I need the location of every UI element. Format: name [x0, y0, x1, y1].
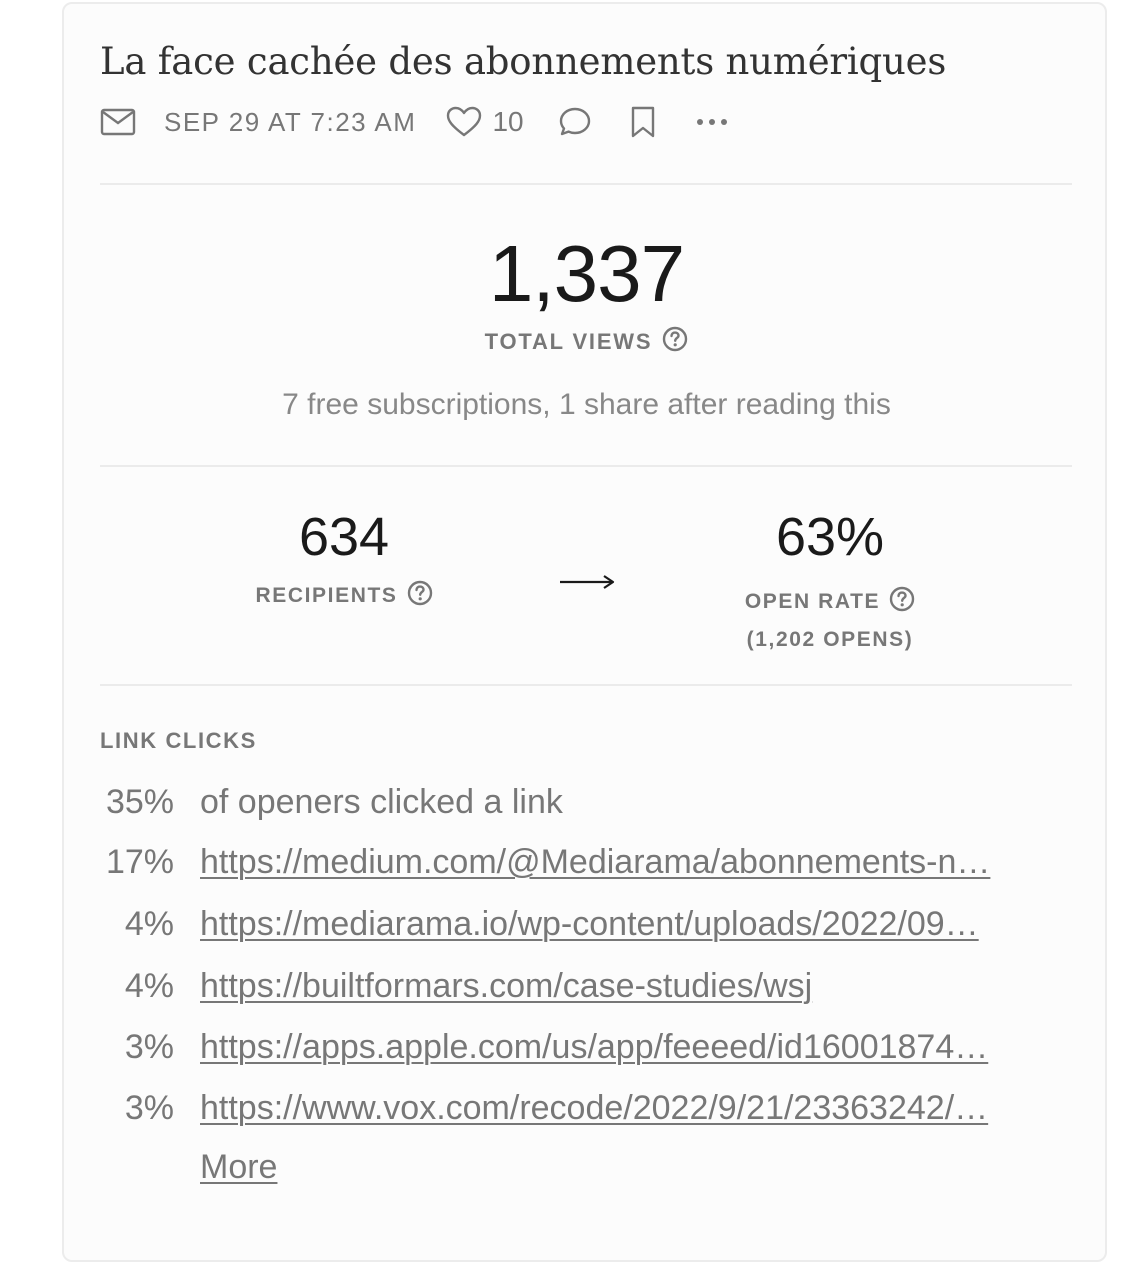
total-views-label-text: TOTAL VIEWS [484, 329, 653, 354]
ellipsis-icon[interactable] [696, 117, 728, 127]
open-rate-label: OPEN RATE [690, 586, 970, 618]
bookmark-icon[interactable] [630, 106, 656, 138]
list-item: 4% https://builtformars.com/case-studies… [100, 964, 1062, 1008]
recipients-label: RECIPIENTS [204, 580, 484, 612]
link-click-pct: 4% [124, 904, 174, 943]
speech-bubble-icon[interactable] [558, 106, 592, 138]
list-item: 3% https://apps.apple.com/us/app/feeeed/… [100, 1025, 1062, 1069]
recipients-stat: 634 RECIPIENTS [204, 506, 484, 612]
link-clicks-summary-text: of openers clicked a link [200, 782, 563, 821]
list-item: 3% https://www.vox.com/recode/2022/9/21/… [100, 1086, 1062, 1130]
list-item: 17% https://medium.com/@Mediarama/abonne… [100, 840, 1062, 884]
link-url[interactable]: https://mediarama.io/wp-content/uploads/… [200, 905, 1062, 944]
total-views-value: 1,337 [488, 229, 685, 318]
divider [100, 684, 1072, 686]
more-links-button[interactable]: More [200, 1148, 277, 1187]
divider [100, 465, 1072, 467]
link-click-pct: 17% [105, 842, 174, 881]
link-url[interactable]: https://apps.apple.com/us/app/feeeed/id1… [200, 1028, 1062, 1067]
link-click-pct: 4% [124, 966, 174, 1005]
open-rate-label-text: OPEN RATE [744, 590, 881, 613]
list-item: 4% https://mediarama.io/wp-content/uploa… [100, 902, 1062, 946]
post-date: SEP 29 AT 7:23 AM [164, 106, 417, 137]
right-arrow-icon [560, 575, 615, 589]
post-meta-row: SEP 29 AT 7:23 AM 10 [100, 100, 728, 144]
divider [100, 183, 1072, 185]
link-url[interactable]: https://medium.com/@Mediarama/abonnement… [200, 843, 1062, 882]
post-stats-card: La face cachée des abonnements numérique… [62, 2, 1107, 1262]
question-circle-icon[interactable] [662, 326, 688, 358]
recipients-value: 634 [298, 507, 390, 567]
opens-count: (1,202 OPENS) [746, 628, 914, 651]
question-circle-icon[interactable] [407, 580, 433, 612]
link-url[interactable]: https://www.vox.com/recode/2022/9/21/233… [200, 1089, 1062, 1128]
link-click-pct: 3% [124, 1027, 174, 1066]
recipients-label-text: RECIPIENTS [255, 584, 398, 607]
envelope-icon [100, 108, 136, 136]
link-clicks-header: LINK CLICKS [100, 728, 257, 753]
post-title[interactable]: La face cachée des abonnements numérique… [100, 40, 946, 83]
like-count[interactable]: 10 [492, 106, 523, 138]
heart-icon[interactable] [446, 106, 482, 138]
link-click-pct: 3% [124, 1088, 174, 1127]
open-rate-stat: 63% OPEN RATE (1,202 OPENS) [690, 506, 970, 652]
views-summary: 7 free subscriptions, 1 share after read… [282, 388, 891, 421]
total-views-label: TOTAL VIEWS [64, 326, 1109, 358]
link-clicks-summary: 35% of openers clicked a link [100, 780, 1062, 824]
link-clicks-summary-pct: 35% [105, 782, 174, 821]
link-url[interactable]: https://builtformars.com/case-studies/ws… [200, 967, 1062, 1006]
open-rate-value: 63% [775, 507, 885, 567]
question-circle-icon[interactable] [889, 586, 915, 618]
